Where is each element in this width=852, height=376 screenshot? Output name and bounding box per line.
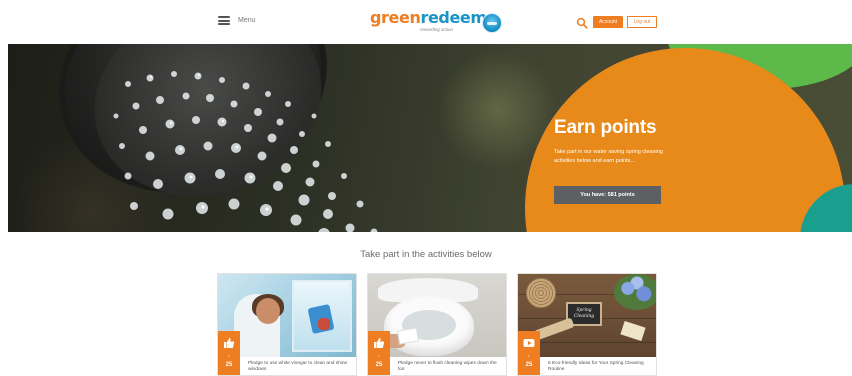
logo-tagline: rewarding action bbox=[420, 27, 454, 32]
activity-card-vinegar[interactable]: • 25 Pledge to use white vinegar to clea… bbox=[217, 273, 357, 376]
hero-title: Earn points bbox=[554, 117, 657, 138]
thumbs-up-icon bbox=[374, 338, 385, 348]
greenredeem-logo[interactable]: greenredeem rewarding action bbox=[370, 8, 487, 37]
site-header: Menu greenredeem rewarding action Accoun… bbox=[0, 0, 852, 44]
logo-text-green: green bbox=[370, 8, 421, 27]
water-drops-image bbox=[113, 71, 378, 232]
account-button[interactable]: Account bbox=[593, 16, 623, 28]
menu-label: Menu bbox=[238, 17, 256, 24]
hero-banner: Earn points Take part in our water savin… bbox=[8, 44, 852, 232]
points-badge: • 25 bbox=[518, 331, 540, 375]
points-badge: • 25 bbox=[218, 331, 240, 375]
partner-logo-icon bbox=[482, 13, 502, 33]
activity-title: Pledge to use white vinegar to clean and… bbox=[248, 361, 348, 372]
activity-card-wipes[interactable]: • 25 Pledge never to flush cleaning wipe… bbox=[367, 273, 507, 376]
activity-title: 5 Eco-friendly Ideas for Your Spring Cle… bbox=[548, 361, 644, 372]
activity-card-eco-ideas[interactable]: Spring Cleaning • 25 5 Eco-friendly Idea… bbox=[517, 273, 657, 376]
hero-description: Take part in our water saving spring cle… bbox=[554, 149, 663, 164]
logo-text-redeem: redeem bbox=[420, 8, 487, 27]
points-value: 25 bbox=[375, 362, 383, 368]
points-value: 25 bbox=[225, 362, 233, 368]
activities-heading: Take part in the activities below bbox=[360, 249, 492, 260]
menu-button[interactable]: Menu bbox=[218, 16, 256, 25]
play-icon bbox=[523, 339, 535, 347]
search-icon[interactable] bbox=[576, 16, 588, 29]
thumbs-up-icon bbox=[224, 338, 235, 348]
points-badge: • 25 bbox=[368, 331, 390, 375]
sign-text: Spring Cleaning bbox=[573, 308, 595, 319]
hamburger-icon bbox=[218, 16, 230, 25]
logout-button[interactable]: Log out bbox=[627, 16, 657, 28]
points-balance-button[interactable]: You have: 581 points bbox=[554, 186, 661, 204]
points-value: 25 bbox=[525, 362, 533, 368]
activity-title: Pledge never to flush cleaning wipes dow… bbox=[398, 361, 497, 372]
